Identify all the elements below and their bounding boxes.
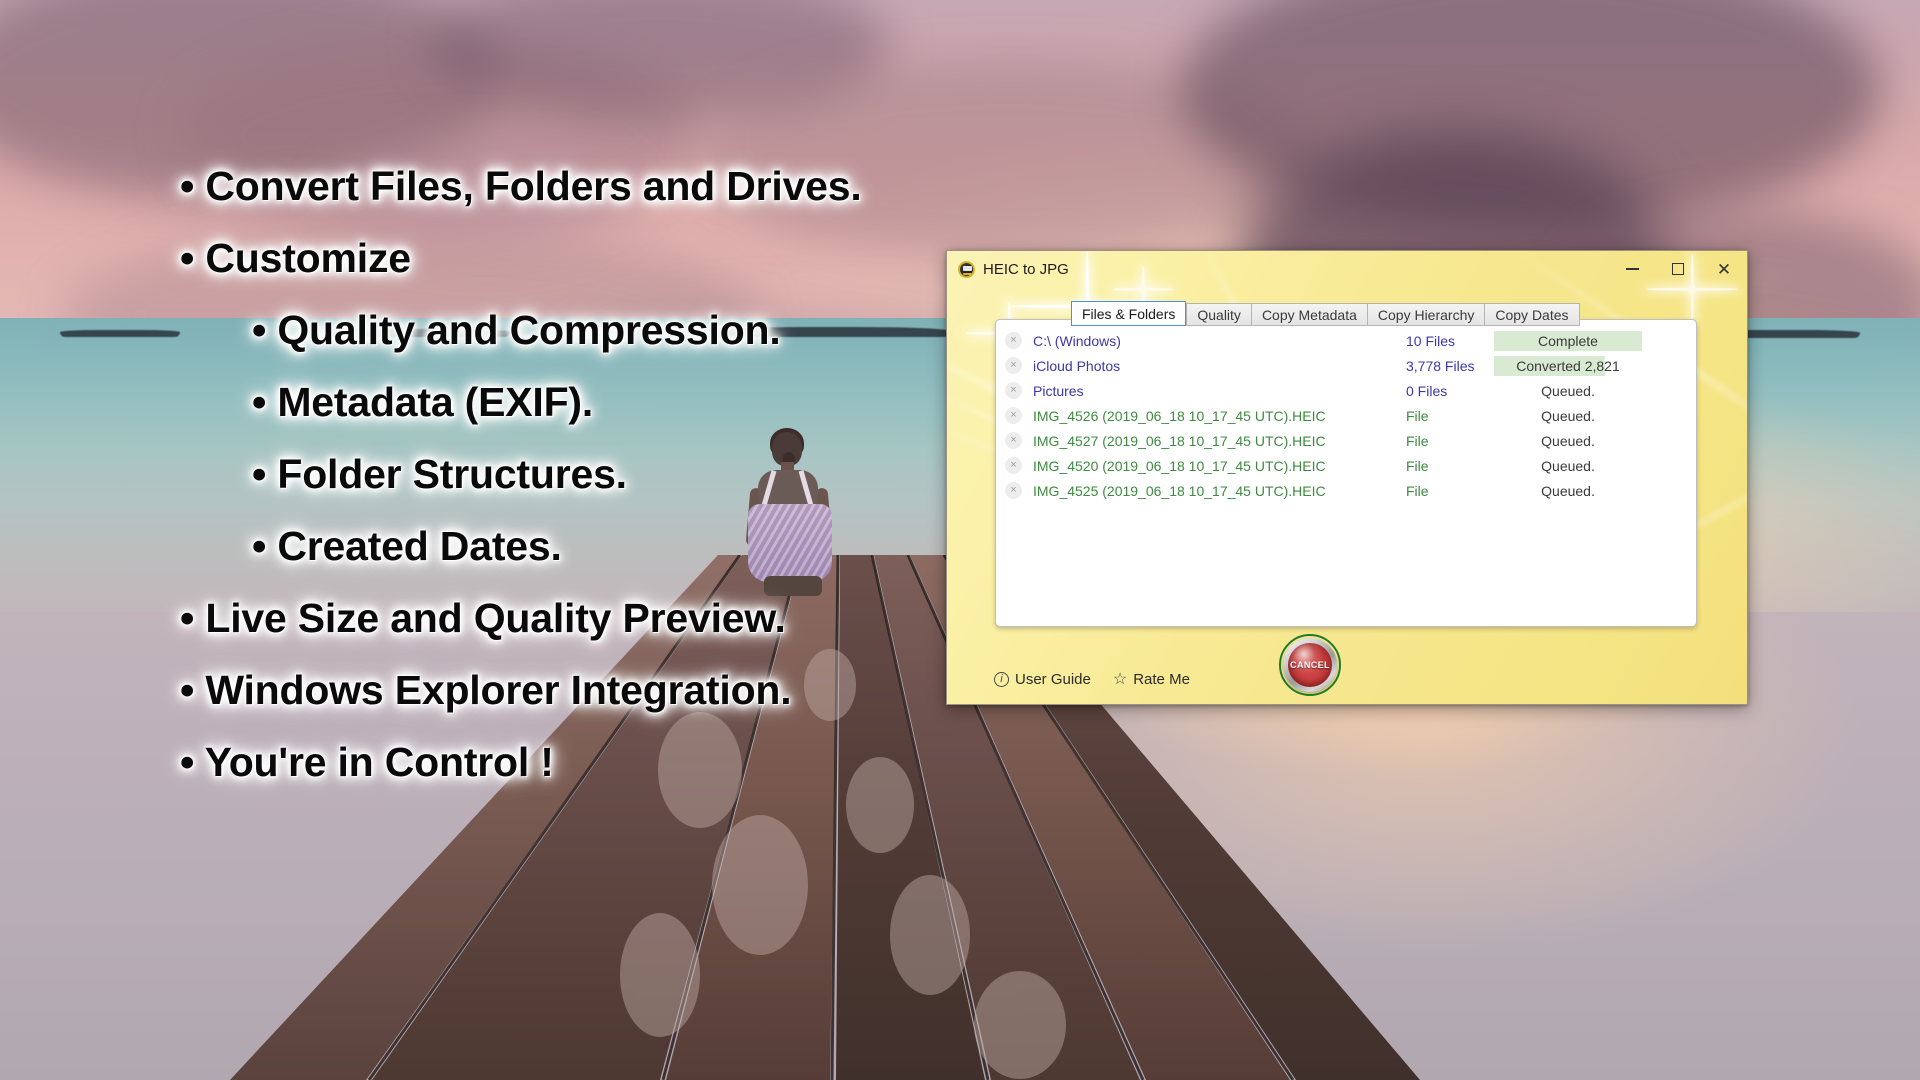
queue-item-status: Queued.	[1494, 406, 1642, 426]
status-label: Converted 2,821	[1516, 357, 1620, 374]
queue-item-status: Queued.	[1494, 456, 1642, 476]
remove-icon[interactable]: ×	[1005, 432, 1022, 449]
cancel-button[interactable]: CANCEL	[1279, 634, 1341, 696]
minimize-button[interactable]	[1609, 254, 1655, 284]
queue-item-name: IMG_4527 (2019_06_18 10_17_45 UTC).HEIC	[1033, 432, 1326, 449]
queue-item-status: Queued.	[1494, 431, 1642, 451]
queue-item-count: 3,778 Files	[1406, 357, 1475, 374]
queue-item-status: Queued.	[1494, 381, 1642, 401]
cancel-label: CANCEL	[1290, 660, 1330, 670]
queue-item-name: IMG_4520 (2019_06_18 10_17_45 UTC).HEIC	[1033, 457, 1326, 474]
tab-bar: Files & Folders Quality Copy Metadata Copy …	[1071, 301, 1580, 326]
queue-row[interactable]: × Pictures 0 Files Queued.	[996, 378, 1696, 403]
maximize-button[interactable]	[1655, 254, 1701, 284]
status-label: Queued.	[1541, 432, 1595, 449]
queue-item-status: Converted 2,821	[1494, 355, 1642, 376]
status-label: Queued.	[1541, 382, 1595, 399]
remove-icon[interactable]: ×	[1005, 457, 1022, 474]
queue-row[interactable]: × IMG_4525 (2019_06_18 10_17_45 UTC).HEIC…	[996, 478, 1696, 503]
remove-icon[interactable]: ×	[1005, 357, 1022, 374]
feature-bullet: • Created Dates.	[252, 523, 562, 569]
status-label: Complete	[1538, 332, 1598, 349]
queue-row[interactable]: × IMG_4527 (2019_06_18 10_17_45 UTC).HEIC…	[996, 428, 1696, 453]
feature-bullet: • Folder Structures.	[252, 451, 627, 497]
tab-copy-dates[interactable]: Copy Dates	[1484, 303, 1580, 326]
app-jpeg-icon	[958, 260, 975, 278]
tab-copy-hierarchy[interactable]: Copy Hierarchy	[1366, 303, 1485, 326]
queue-item-count: File	[1406, 407, 1429, 424]
status-label: Queued.	[1541, 457, 1595, 474]
queue-item-count: 10 Files	[1406, 332, 1456, 349]
queue-item-count: File	[1406, 457, 1429, 474]
queue-item-name: iCloud Photos	[1033, 357, 1121, 374]
user-guide-link[interactable]: i User Guide	[994, 671, 1091, 688]
heic-to-jpg-window: HEIC to JPG ✕ Files & Folders Quality Copy…	[946, 250, 1748, 705]
queue-item-status: Complete	[1494, 330, 1642, 351]
remove-icon[interactable]: ×	[1005, 482, 1022, 499]
feature-bullet: • Live Size and Quality Preview.	[180, 595, 786, 641]
window-controls: ✕	[1609, 254, 1747, 284]
tab-files-folders[interactable]: Files & Folders	[1071, 301, 1187, 326]
remove-icon[interactable]: ×	[1005, 382, 1022, 399]
status-label: Queued.	[1541, 407, 1595, 424]
queue-row[interactable]: × IMG_4520 (2019_06_18 10_17_45 UTC).HEIC…	[996, 453, 1696, 478]
window-title: HEIC to JPG	[983, 260, 1069, 278]
queue-row[interactable]: × IMG_4526 (2019_06_18 10_17_45 UTC).HEIC…	[996, 403, 1696, 428]
queue-item-count: File	[1406, 432, 1429, 449]
rate-me-label: Rate Me	[1133, 671, 1190, 688]
window-title-bar[interactable]: HEIC to JPG ✕	[947, 251, 1747, 287]
feature-bullet: • Metadata (EXIF).	[252, 379, 594, 425]
conversion-queue-list: × C:\ (Windows) 10 Files Complete × iCloud Ph…	[996, 320, 1696, 503]
queue-row[interactable]: × iCloud Photos 3,778 Files Converted 2,821	[996, 353, 1696, 378]
queue-item-status: Queued.	[1494, 481, 1642, 501]
queue-row[interactable]: × C:\ (Windows) 10 Files Complete	[996, 328, 1696, 353]
feature-bullet: • Quality and Compression.	[252, 307, 781, 353]
queue-item-count: File	[1406, 482, 1429, 499]
feature-bullet: • Windows Explorer Integration.	[180, 667, 792, 713]
tab-quality[interactable]: Quality	[1186, 303, 1251, 326]
user-guide-label: User Guide	[1015, 671, 1091, 688]
feature-bullet-list: • Convert Files, Folders and Drives. • Cu…	[180, 150, 1040, 798]
conversion-queue-panel[interactable]: × C:\ (Windows) 10 Files Complete × iCloud Ph…	[995, 319, 1697, 627]
footer-links: i User Guide ☆ Rate Me	[994, 671, 1190, 688]
cancel-button-face[interactable]: CANCEL	[1288, 643, 1332, 687]
feature-bullet: • Convert Files, Folders and Drives.	[180, 163, 862, 209]
remove-icon[interactable]: ×	[1005, 407, 1022, 424]
close-button[interactable]: ✕	[1701, 254, 1747, 284]
tab-copy-metadata[interactable]: Copy Metadata	[1250, 303, 1367, 326]
remove-icon[interactable]: ×	[1005, 332, 1022, 349]
queue-item-count: 0 Files	[1406, 382, 1448, 399]
queue-item-name: Pictures	[1033, 382, 1084, 399]
feature-bullet: • You're in Control !	[180, 739, 554, 785]
rate-me-link[interactable]: ☆ Rate Me	[1113, 671, 1190, 688]
star-icon: ☆	[1112, 670, 1128, 688]
feature-bullet: • Customize	[180, 235, 411, 281]
status-label: Queued.	[1541, 482, 1595, 499]
info-icon: i	[994, 672, 1009, 687]
queue-item-name: IMG_4526 (2019_06_18 10_17_45 UTC).HEIC	[1033, 407, 1326, 424]
queue-item-name: IMG_4525 (2019_06_18 10_17_45 UTC).HEIC	[1033, 482, 1326, 499]
queue-item-name: C:\ (Windows)	[1033, 332, 1121, 349]
